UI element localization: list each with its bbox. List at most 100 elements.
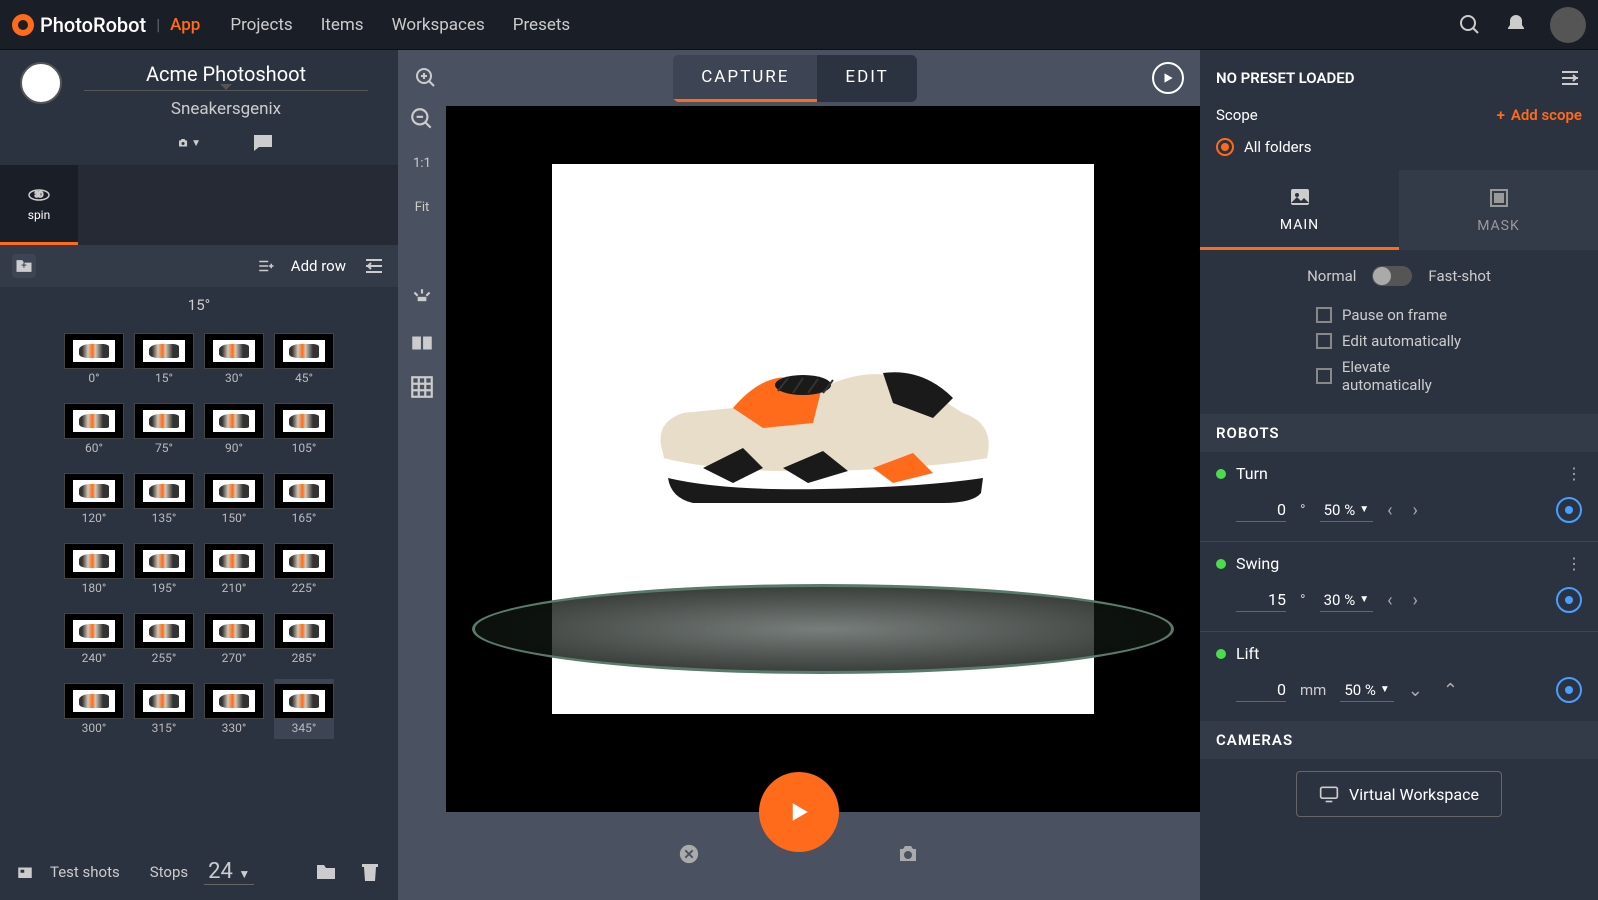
comment-icon[interactable] <box>251 131 275 155</box>
check-edit-auto[interactable]: Edit automatically <box>1216 328 1582 354</box>
nav-projects[interactable]: Projects <box>230 15 292 35</box>
fast-shot-toggle[interactable] <box>1372 266 1412 286</box>
add-scope-button[interactable]: +Add scope <box>1497 106 1582 124</box>
nav-workspaces[interactable]: Workspaces <box>392 15 485 35</box>
shutter-bar <box>398 812 1200 900</box>
more-icon[interactable]: ⋮ <box>1566 464 1582 483</box>
cancel-capture-icon[interactable] <box>678 843 700 869</box>
thumbnail[interactable]: 330° <box>204 679 264 739</box>
fit-label[interactable]: Fit <box>406 194 438 220</box>
panel-collapse-icon[interactable] <box>1558 66 1582 90</box>
thumbnail[interactable]: 135° <box>134 469 194 529</box>
target-icon[interactable] <box>1556 677 1582 703</box>
camera-dropdown-icon[interactable]: ▼ <box>177 131 201 155</box>
stops-label: Stops <box>150 863 188 881</box>
project-title[interactable]: Acme Photoshoot <box>84 62 368 91</box>
chevron-down-icon[interactable]: ⌄ <box>1408 680 1423 701</box>
chevron-left-icon[interactable]: ‹ <box>1387 500 1392 521</box>
normal-label: Normal <box>1307 267 1356 285</box>
chevron-right-icon[interactable]: › <box>1413 500 1418 521</box>
thumbnail[interactable]: 120° <box>64 469 124 529</box>
thumbnail[interactable]: 0° <box>64 329 124 389</box>
test-shots-icon[interactable] <box>16 860 34 884</box>
grid-icon[interactable] <box>406 374 438 400</box>
shutter-button[interactable] <box>759 772 839 852</box>
left-sidebar: Acme Photoshoot Sneakersgenix ▼ 3D spin … <box>0 50 398 900</box>
thumb-label: 135° <box>152 511 177 525</box>
target-icon[interactable] <box>1556 587 1582 613</box>
thumbnail[interactable]: 240° <box>64 609 124 669</box>
add-folder-icon[interactable]: + <box>12 254 36 278</box>
thumbnail[interactable]: 60° <box>64 399 124 459</box>
thumbnail[interactable]: 15° <box>134 329 194 389</box>
nav-presets[interactable]: Presets <box>513 15 570 35</box>
type-tab-spin[interactable]: 3D spin <box>0 165 78 245</box>
thumb-label: 75° <box>155 441 173 455</box>
thumbnail[interactable]: 300° <box>64 679 124 739</box>
ratio-label[interactable]: 1:1 <box>406 150 438 176</box>
chevron-up-icon[interactable]: ⌃ <box>1443 680 1458 701</box>
thumbnail[interactable]: 105° <box>274 399 334 459</box>
thumb-image <box>134 543 194 579</box>
nav-items[interactable]: Items <box>321 15 364 35</box>
thumbnail[interactable]: 165° <box>274 469 334 529</box>
target-icon[interactable] <box>1556 497 1582 523</box>
thumbnail[interactable]: 45° <box>274 329 334 389</box>
tab-main[interactable]: MAIN <box>1200 170 1399 250</box>
spin-3d-icon: 3D <box>27 186 51 204</box>
thumbnail[interactable]: 285° <box>274 609 334 669</box>
thumbnail[interactable]: 195° <box>134 539 194 599</box>
thumbnail[interactable]: 180° <box>64 539 124 599</box>
thumbnail[interactable]: 225° <box>274 539 334 599</box>
add-row-label[interactable]: Add row <box>291 257 346 275</box>
check-elevate[interactable]: Elevate automatically <box>1216 354 1582 398</box>
project-thumbnail[interactable] <box>20 62 62 104</box>
thumbnail[interactable]: 255° <box>134 609 194 669</box>
chevron-left-icon[interactable]: ‹ <box>1387 590 1392 611</box>
single-shot-icon[interactable] <box>896 842 920 870</box>
thumbnail[interactable]: 345° <box>274 679 334 739</box>
compare-icon[interactable] <box>406 330 438 356</box>
play-preview-icon[interactable] <box>1152 62 1184 94</box>
robot-name: Turn <box>1236 464 1268 483</box>
thumbnail[interactable]: 315° <box>134 679 194 739</box>
speed-dropdown[interactable]: 50 % ▼ <box>1340 679 1393 702</box>
light-icon[interactable] <box>406 286 438 312</box>
thumb-image <box>274 403 334 439</box>
edit-mode-button[interactable]: EDIT <box>817 55 916 102</box>
app-label[interactable]: App <box>170 15 200 35</box>
thumbnail[interactable]: 150° <box>204 469 264 529</box>
zoom-in-icon[interactable] <box>414 66 438 90</box>
speed-dropdown[interactable]: 30 % ▼ <box>1320 589 1373 612</box>
thumb-label: 285° <box>292 651 317 665</box>
bell-icon[interactable] <box>1504 13 1528 37</box>
check-pause[interactable]: Pause on frame <box>1216 302 1582 328</box>
robot-value-input[interactable] <box>1236 498 1286 522</box>
virtual-workspace-button[interactable]: Virtual Workspace <box>1296 771 1502 817</box>
list-add-icon[interactable] <box>257 254 275 278</box>
speed-dropdown[interactable]: 50 % ▼ <box>1320 499 1373 522</box>
zoom-out-icon[interactable] <box>406 106 438 132</box>
robot-value-input[interactable] <box>1236 588 1286 612</box>
scope-all-folders[interactable]: All folders <box>1200 134 1598 170</box>
thumbnail[interactable]: 270° <box>204 609 264 669</box>
folder-icon[interactable] <box>314 860 338 884</box>
robot-lift: Liftmm50 % ▼⌄⌃ <box>1200 631 1598 721</box>
thumbnail[interactable]: 90° <box>204 399 264 459</box>
thumb-image <box>134 683 194 719</box>
capture-mode-button[interactable]: CAPTURE <box>673 55 817 102</box>
trash-icon[interactable] <box>358 860 382 884</box>
tab-mask[interactable]: MASK <box>1399 170 1598 250</box>
more-icon[interactable]: ⋮ <box>1566 554 1582 573</box>
test-shots-label[interactable]: Test shots <box>50 863 120 881</box>
stops-value[interactable]: 24 ▼ <box>204 859 254 885</box>
collapse-icon[interactable] <box>362 254 386 278</box>
chevron-right-icon[interactable]: › <box>1413 590 1418 611</box>
thumb-label: 0° <box>88 371 99 385</box>
user-avatar[interactable] <box>1550 7 1586 43</box>
thumbnail[interactable]: 75° <box>134 399 194 459</box>
robot-value-input[interactable] <box>1236 678 1286 702</box>
thumbnail[interactable]: 30° <box>204 329 264 389</box>
search-icon[interactable] <box>1458 13 1482 37</box>
thumbnail[interactable]: 210° <box>204 539 264 599</box>
